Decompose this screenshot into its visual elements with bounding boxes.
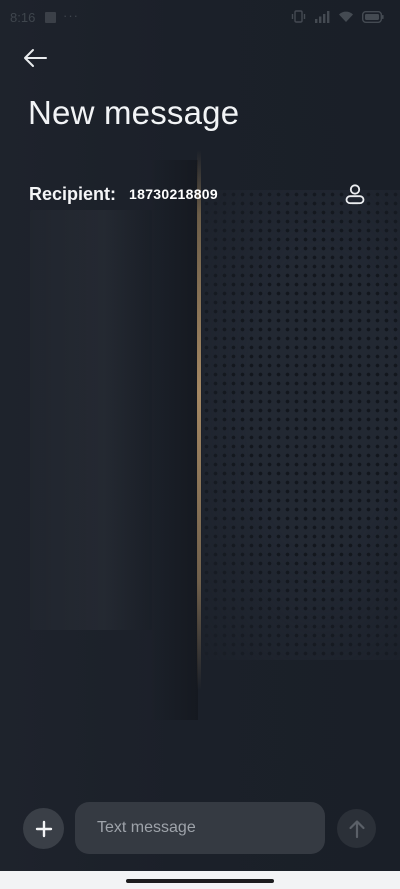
recipient-row[interactable]: Recipient: 18730218809 — [29, 179, 374, 209]
wallpaper-mesh — [202, 190, 400, 660]
status-time: 8:16 — [10, 10, 36, 25]
navigation-bar — [0, 871, 400, 889]
person-icon — [345, 184, 365, 205]
signal-icon — [315, 11, 330, 23]
battery-icon — [362, 10, 384, 23]
page-title: New message — [28, 94, 240, 131]
plus-icon — [35, 820, 52, 837]
attach-button[interactable] — [23, 808, 64, 849]
select-contact-button[interactable] — [340, 179, 370, 209]
home-indicator[interactable] — [126, 879, 274, 883]
recipient-label: Recipient: — [29, 183, 117, 204]
arrow-up-icon — [348, 819, 365, 838]
more-notifications-icon: ··· — [63, 8, 79, 23]
recipient-number[interactable]: 18730218809 — [129, 186, 374, 202]
message-input-container — [75, 802, 325, 854]
send-button[interactable] — [337, 809, 376, 848]
wallpaper-panel — [30, 210, 152, 630]
new-message-screen: 8:16 ··· New message Recipient: 18730218… — [0, 0, 400, 889]
arrow-left-icon — [24, 49, 47, 67]
wifi-icon — [339, 11, 353, 22]
vibrate-icon — [291, 10, 306, 23]
wallpaper-stripe — [197, 150, 201, 690]
message-input[interactable] — [75, 802, 325, 854]
status-icons — [291, 9, 384, 24]
back-button[interactable] — [18, 42, 52, 74]
wallpaper-shadow — [150, 160, 198, 720]
status-bar: 8:16 ··· — [0, 0, 400, 36]
notification-icon — [45, 12, 56, 23]
